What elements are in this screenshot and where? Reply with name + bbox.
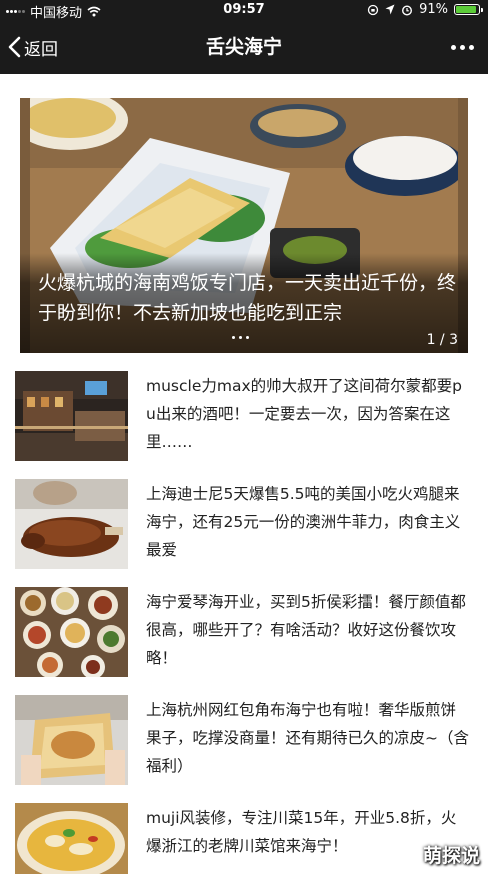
dishes-image bbox=[15, 587, 128, 677]
article-item[interactable]: 上海杭州网红包角布海宁也有啦！奢华版煎饼果子，吃撑没商量！还有期待已久的凉皮~（… bbox=[15, 695, 473, 785]
nav-bar: 返回 舌尖海宁 bbox=[0, 20, 488, 74]
article-thumbnail bbox=[15, 587, 128, 677]
pancake-wrap-image bbox=[15, 695, 128, 785]
battery-percent: 91% bbox=[419, 2, 448, 17]
article-thumbnail bbox=[15, 371, 128, 461]
carousel-dots bbox=[232, 336, 249, 339]
article-title: 上海迪士尼5天爆售5.5吨的美国小吃火鸡腿来海宁，还有25元一份的澳洲牛菲力，肉… bbox=[146, 485, 461, 559]
status-right: 91% bbox=[367, 2, 483, 17]
article-thumbnail bbox=[15, 479, 128, 569]
location-icon bbox=[385, 4, 395, 15]
article-item[interactable]: muji风装修，专注川菜15年，开业5.8折，火爆浙江的老牌川菜馆来海宁！ bbox=[15, 803, 473, 893]
article-title: 上海杭州网红包角布海宁也有啦！奢华版煎饼果子，吃撑没商量！还有期待已久的凉皮~（… bbox=[146, 701, 469, 775]
article-item[interactable]: 海宁爱琴海开业，买到5折侯彩擂！餐厅颜值都很高，哪些开了？有啥活动？收好这份餐饮… bbox=[15, 587, 473, 677]
article-title: muscle力max的帅大叔开了这间荷尔蒙都要pu出来的酒吧！一定要去一次，因为… bbox=[146, 377, 462, 451]
bar-interior-image bbox=[15, 371, 128, 461]
more-options-button[interactable] bbox=[451, 20, 474, 74]
alarm-icon bbox=[402, 4, 413, 16]
rotation-lock-icon bbox=[367, 4, 379, 15]
article-thumbnail bbox=[15, 803, 128, 874]
status-bar: 中国移动 09:57 91% bbox=[0, 0, 488, 21]
sichuan-dish-image bbox=[15, 803, 128, 874]
carousel-counter: 1 / 3 bbox=[426, 332, 458, 348]
article-item[interactable]: muscle力max的帅大叔开了这间荷尔蒙都要pu出来的酒吧！一定要去一次，因为… bbox=[15, 371, 473, 461]
article-thumbnail bbox=[15, 695, 128, 785]
carousel-caption: 火爆杭城的海南鸡饭专门店，一天卖出近千份，终于盼到你！不去新加坡也能吃到正宗 bbox=[38, 272, 457, 324]
page-title: 舌尖海宁 bbox=[205, 36, 282, 58]
turkey-leg-image bbox=[15, 479, 128, 569]
watermark-logo: 萌探说 bbox=[422, 845, 480, 867]
battery-icon bbox=[454, 4, 483, 15]
article-title: 海宁爱琴海开业，买到5折侯彩擂！餐厅颜值都很高，哪些开了？有啥活动？收好这份餐饮… bbox=[146, 593, 466, 667]
featured-carousel[interactable]: 火爆杭城的海南鸡饭专门店，一天卖出近千份，终于盼到你！不去新加坡也能吃到正宗 1… bbox=[20, 98, 468, 353]
article-item[interactable]: 上海迪士尼5天爆售5.5吨的美国小吃火鸡腿来海宁，还有25元一份的澳洲牛菲力，肉… bbox=[15, 479, 473, 569]
